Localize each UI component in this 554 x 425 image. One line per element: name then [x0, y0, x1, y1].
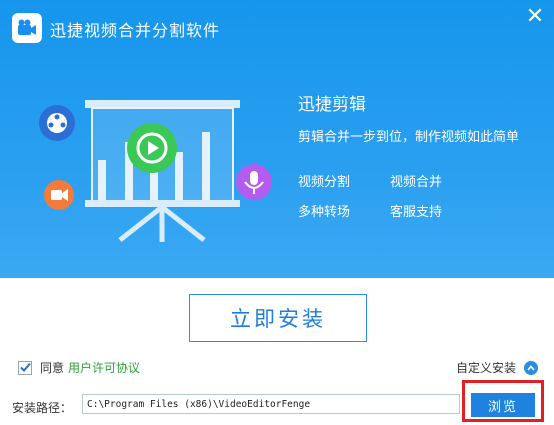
app-title: 迅捷视频合并分割软件 [50, 21, 221, 40]
banner-subheading: 剪辑合并一步到位，制作视频如此简单 [298, 130, 520, 145]
banner: 迅捷视频合并分割软件 ✕ 迅捷剪辑 剪辑合并一步到位，制作视频如此简单 视频分割… [0, 0, 554, 278]
agreement-row: 同意 用户许可协议 [18, 359, 140, 376]
agree-checkbox[interactable] [18, 360, 32, 375]
feature-support: 客服支持 [390, 205, 443, 220]
custom-install-toggle[interactable]: 自定义安装 [456, 359, 539, 376]
feature-video-split: 视频分割 [298, 175, 351, 190]
feature-video-merge: 视频合并 [390, 175, 443, 190]
chevron-up-icon [524, 360, 539, 375]
banner-heading: 迅捷剪辑 [298, 95, 366, 115]
agree-prefix: 同意 [40, 361, 65, 375]
checkmark-icon [20, 362, 31, 372]
app-logo [12, 13, 42, 43]
install-path-input[interactable] [82, 394, 460, 414]
install-path-label: 安装路径： [12, 401, 73, 415]
license-agreement-link[interactable]: 用户许可协议 [68, 359, 140, 376]
video-camera-icon [18, 19, 36, 35]
feature-transitions: 多种转场 [298, 205, 351, 220]
install-now-button[interactable]: 立即安装 [189, 294, 367, 342]
custom-install-label: 自定义安装 [456, 361, 517, 375]
presentation-illustration [39, 100, 272, 242]
browse-button[interactable]: 浏览 [471, 393, 535, 417]
close-button[interactable]: ✕ [522, 4, 548, 30]
